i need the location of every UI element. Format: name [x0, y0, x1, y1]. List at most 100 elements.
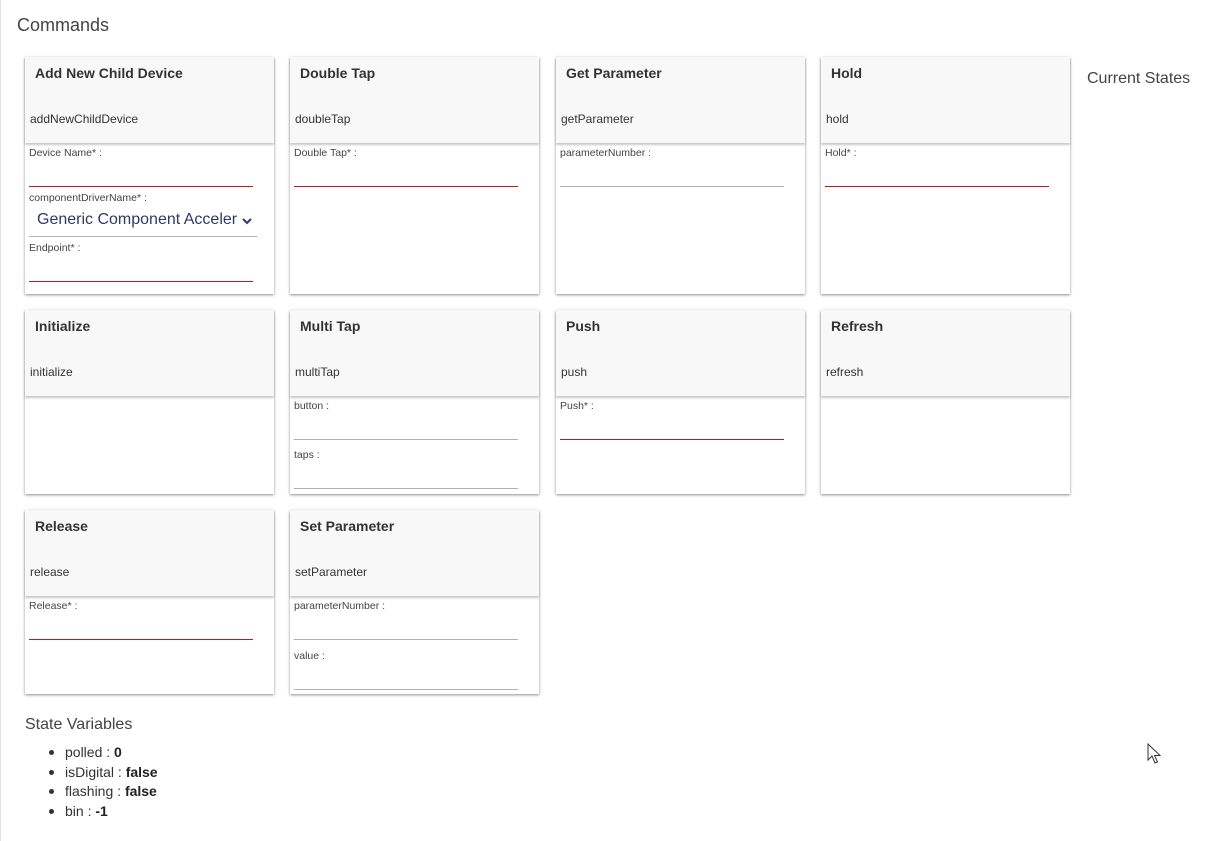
command-button-get-parameter[interactable]: Get Parameter getParameter	[556, 57, 805, 143]
value-label: value :	[294, 650, 325, 662]
command-method: push	[561, 365, 588, 379]
select-value: Generic Component Accelerometer	[37, 211, 237, 228]
push-field: Push* :	[560, 400, 784, 445]
command-card-initialize: Initialize initialize	[25, 310, 274, 494]
button-input[interactable]	[294, 416, 518, 440]
command-card-get-parameter: Get Parameter getParameter parameterNumb…	[556, 57, 805, 294]
command-name: Get Parameter	[566, 65, 662, 81]
command-card-set-parameter: Set Parameter setParameter parameterNumb…	[290, 510, 539, 694]
command-button-push[interactable]: Push push	[556, 310, 805, 396]
state-variables-title: State Variables	[25, 716, 133, 733]
command-method: doubleTap	[295, 112, 351, 126]
command-card-add-new-child-device: Add New Child Device addNewChildDevice D…	[25, 57, 274, 294]
taps-label: taps :	[294, 449, 320, 461]
command-card-push: Push push Push* :	[556, 310, 805, 494]
double-tap-field: Double Tap* :	[294, 147, 518, 192]
device-name-input[interactable]	[29, 163, 253, 187]
state-variable-value: false	[125, 763, 158, 780]
command-button-multi-tap[interactable]: Multi Tap multiTap	[290, 310, 539, 396]
command-card-double-tap: Double Tap doubleTap Double Tap* :	[290, 57, 539, 294]
command-name: Initialize	[35, 318, 91, 334]
command-card-hold: Hold hold Hold* :	[821, 57, 1070, 294]
bullet	[49, 769, 54, 775]
value-field: value :	[294, 650, 518, 695]
state-variable-item: bin : -1	[47, 803, 158, 823]
state-variable-key: bin :	[65, 802, 96, 819]
double-tap-input[interactable]	[294, 163, 518, 187]
push-input[interactable]	[560, 416, 784, 440]
command-card-release: Release release Release* :	[25, 510, 274, 694]
state-variable-key: flashing :	[65, 783, 125, 799]
command-button-hold[interactable]: Hold hold	[821, 57, 1070, 143]
command-button-add-new-child-device[interactable]: Add New Child Device addNewChildDevice	[25, 57, 274, 143]
command-params: Double Tap* :	[290, 143, 539, 192]
release-input[interactable]	[29, 616, 253, 640]
command-method: release	[30, 565, 70, 579]
taps-field: taps :	[294, 449, 518, 494]
state-variable-key: polled :	[65, 744, 115, 760]
device-name-label: Device Name* :	[29, 147, 102, 159]
hold-label: Hold* :	[825, 147, 857, 159]
commands-title: Commands	[17, 15, 110, 35]
command-method: refresh	[826, 365, 864, 379]
left-divider	[0, 0, 1, 841]
command-button-refresh[interactable]: Refresh refresh	[821, 310, 1070, 396]
device-commands-page: Commands Current States Add New Child De…	[0, 0, 1228, 841]
double-tap-label: Double Tap* :	[294, 147, 357, 159]
command-name: Set Parameter	[300, 518, 395, 534]
command-method: getParameter	[561, 112, 634, 126]
parameter-number-field: parameterNumber :	[294, 600, 518, 650]
command-params: Push* :	[556, 396, 805, 445]
bullet	[49, 750, 54, 755]
value-input[interactable]	[294, 666, 518, 690]
command-method: addNewChildDevice	[30, 112, 139, 126]
parameter-number-label: parameterNumber :	[294, 600, 386, 612]
component-driver-name-select[interactable]: Generic Component Accelerometer	[29, 207, 257, 237]
command-button-release[interactable]: Release release	[25, 510, 274, 596]
state-variable-item: isDigital : false	[47, 764, 158, 784]
command-name: Double Tap	[300, 65, 376, 81]
command-name: Hold	[831, 65, 863, 81]
endpoint-label: Endpoint* :	[29, 242, 81, 254]
parameter-number-input[interactable]	[294, 616, 518, 640]
command-method: setParameter	[295, 565, 368, 579]
command-button-set-parameter[interactable]: Set Parameter setParameter	[290, 510, 539, 596]
command-params: Hold* :	[821, 143, 1070, 192]
command-card-refresh: Refresh refresh	[821, 310, 1070, 494]
command-params: parameterNumber :	[556, 143, 805, 192]
command-name: Multi Tap	[300, 318, 361, 334]
command-name: Refresh	[831, 318, 884, 334]
mouse-pointer-icon	[1147, 743, 1161, 764]
hold-input[interactable]	[825, 163, 1049, 187]
taps-input[interactable]	[294, 465, 518, 489]
state-variable-value: -1	[95, 802, 108, 819]
parameter-number-label: parameterNumber :	[560, 147, 652, 159]
state-variable-item: flashing : false	[47, 783, 158, 803]
chevron-down-icon	[242, 218, 252, 225]
push-label: Push* :	[560, 400, 594, 412]
command-method: multiTap	[295, 365, 340, 379]
bullet	[49, 789, 54, 794]
command-name: Push	[566, 318, 601, 334]
hold-field: Hold* :	[825, 147, 1049, 192]
device-name-field: Device Name* :	[29, 147, 253, 192]
bullet	[49, 808, 54, 814]
endpoint-field: Endpoint* :	[29, 242, 253, 287]
command-params: button : taps :	[290, 396, 539, 494]
command-method: initialize	[30, 365, 73, 379]
endpoint-input[interactable]	[29, 258, 253, 282]
parameter-number-field: parameterNumber :	[560, 147, 784, 192]
component-driver-name-label: componentDriverName* :	[29, 192, 147, 204]
command-params: Device Name* : componentDriverName* : Ge…	[25, 143, 274, 287]
command-name: Release	[35, 518, 88, 534]
button-field: button :	[294, 400, 518, 449]
command-card-multi-tap: Multi Tap multiTap button : taps :	[290, 310, 539, 494]
state-variable-item: polled : 0	[47, 744, 158, 764]
command-button-initialize[interactable]: Initialize initialize	[25, 310, 274, 396]
state-variable-value: false	[124, 783, 157, 799]
command-button-double-tap[interactable]: Double Tap doubleTap	[290, 57, 539, 143]
parameter-number-input[interactable]	[560, 163, 784, 187]
command-name: Add New Child Device	[35, 65, 183, 81]
command-params: Release* :	[25, 596, 274, 645]
state-variables-list: polled : 0 isDigital : false flashing : …	[47, 744, 158, 822]
